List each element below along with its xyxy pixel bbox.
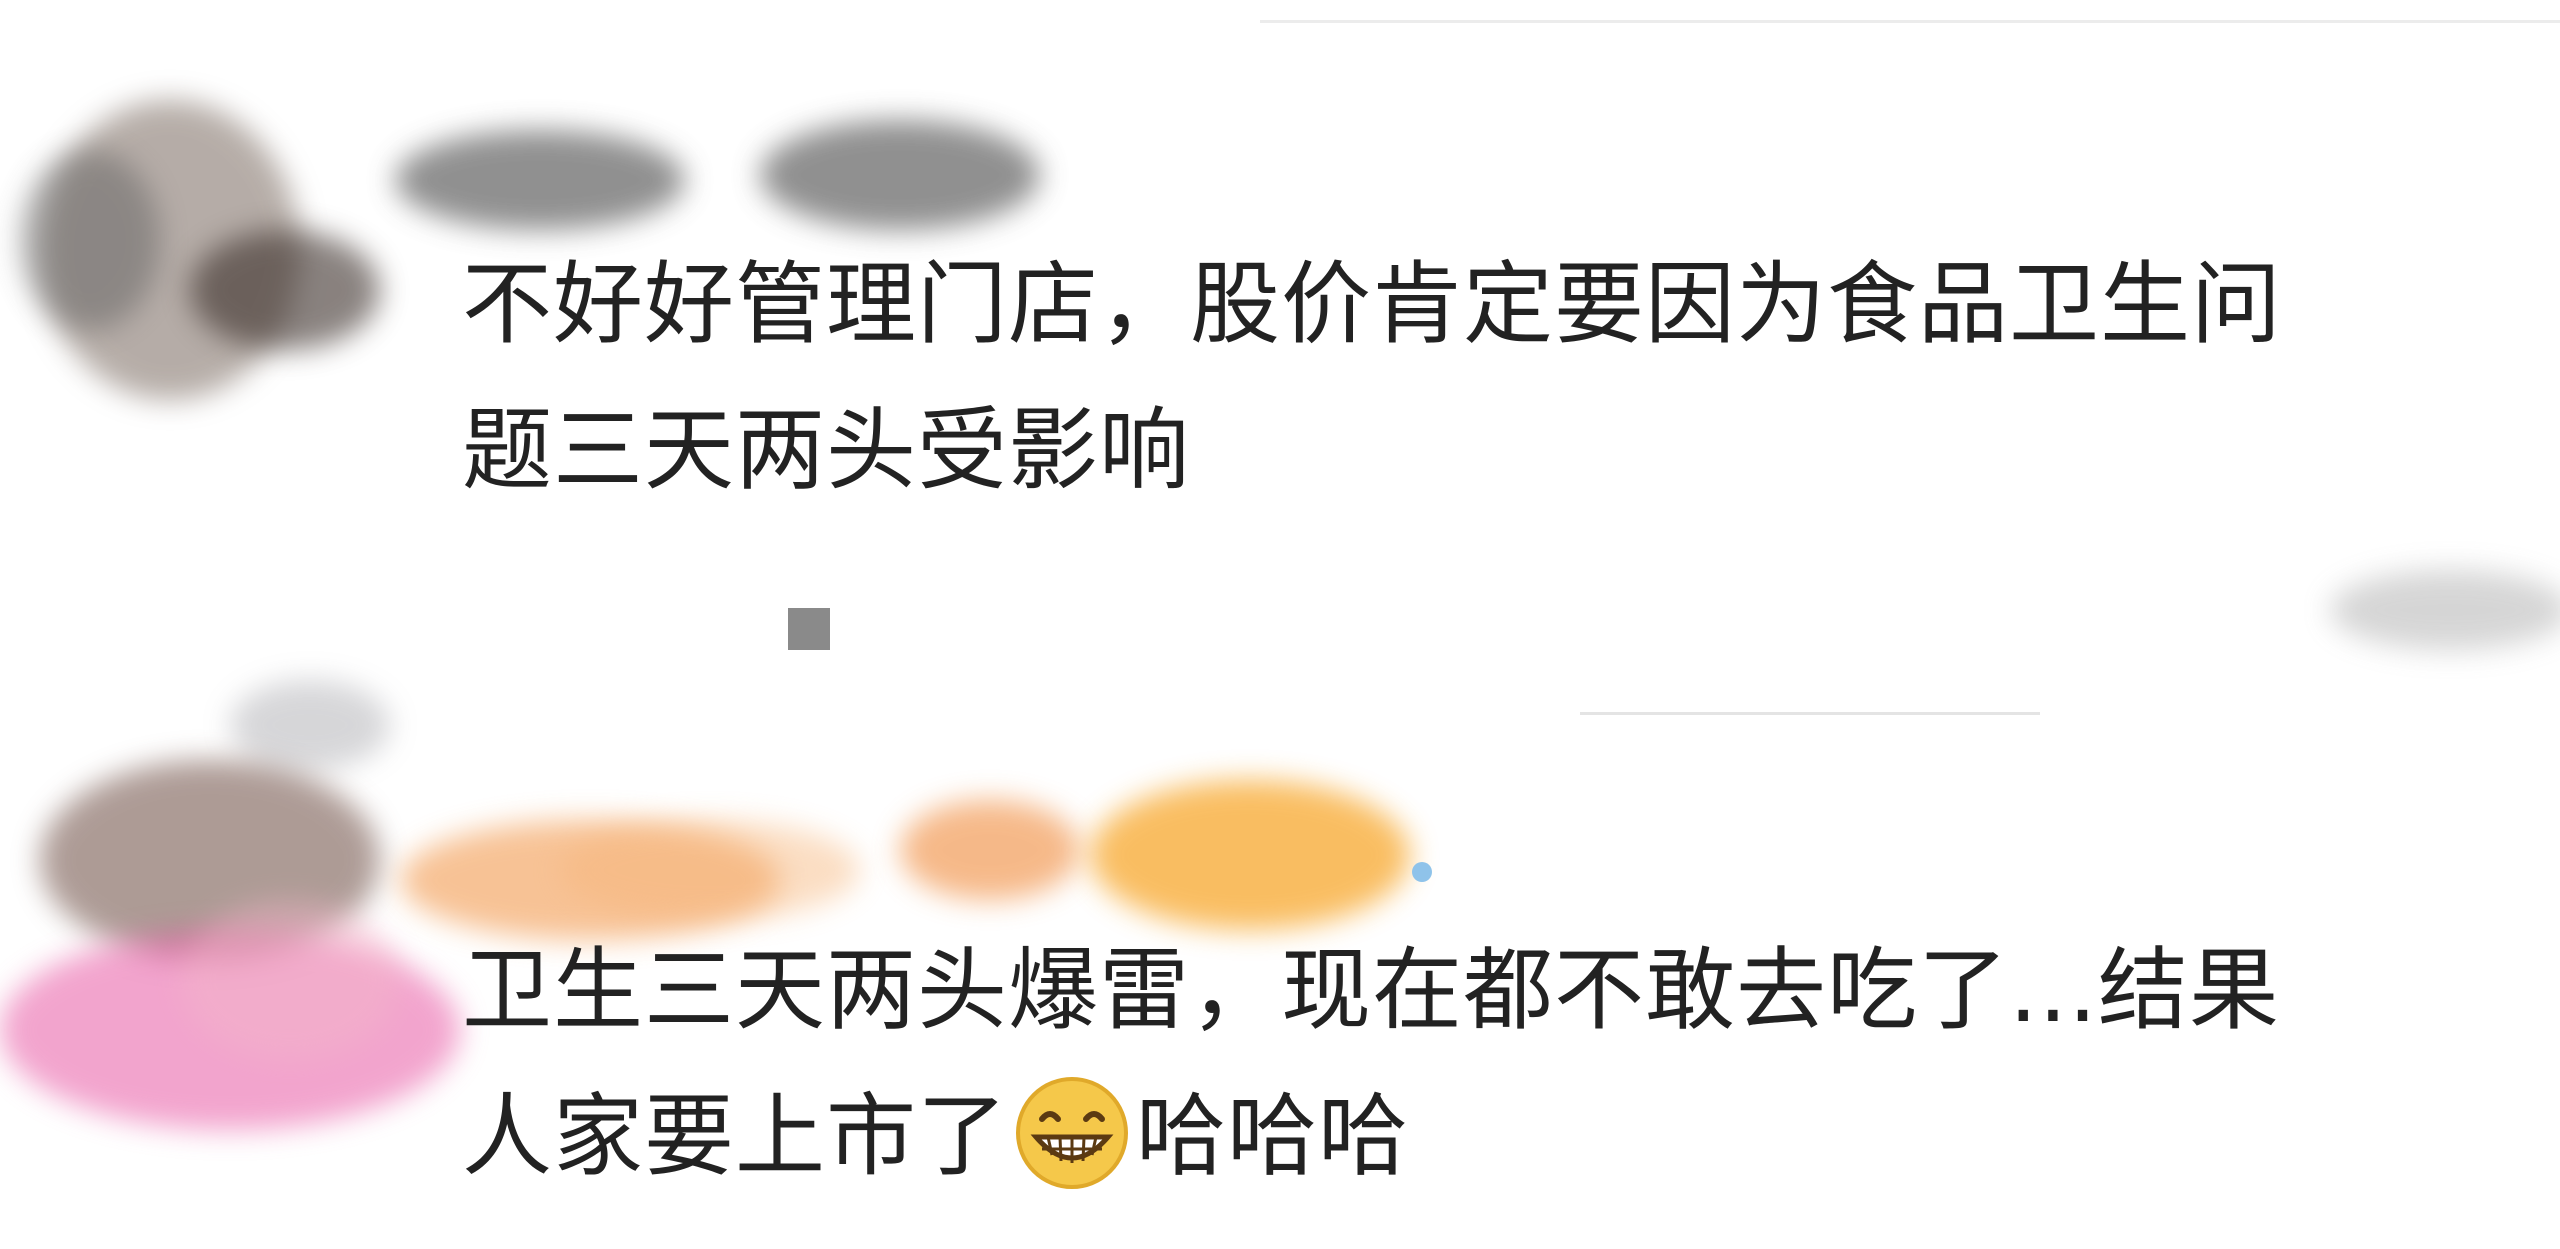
comment-2-line-2: 人家要上市了 哈哈哈 [462, 1064, 2472, 1210]
middle-divider [1580, 712, 2040, 715]
comment-2-line-2-after-emoji: 哈哈哈 [1136, 1084, 1409, 1189]
comment-1-line-1: 不好好管理门店，股价肯定要因为食品卫生问 [462, 252, 2282, 357]
comment-2-line-1: 卫生三天两头爆雷，现在都不敢去吃了...结果 [462, 938, 2280, 1043]
grey-square-icon [788, 608, 830, 650]
top-divider [1260, 20, 2560, 23]
comment-text-1: 不好好管理门店，股价肯定要因为食品卫生问 题三天两头受影响 [462, 232, 2472, 524]
comment-text-2: 卫生三天两头爆雷，现在都不敢去吃了...结果 人家要上市了 哈哈哈 [462, 918, 2472, 1210]
comment-2-line-2-before-emoji: 人家要上市了 [462, 1084, 1008, 1189]
grinning-face-emoji-icon [1014, 1075, 1130, 1191]
comment-1-line-2: 题三天两头受影响 [462, 398, 1190, 503]
badge-dot [1412, 862, 1432, 882]
